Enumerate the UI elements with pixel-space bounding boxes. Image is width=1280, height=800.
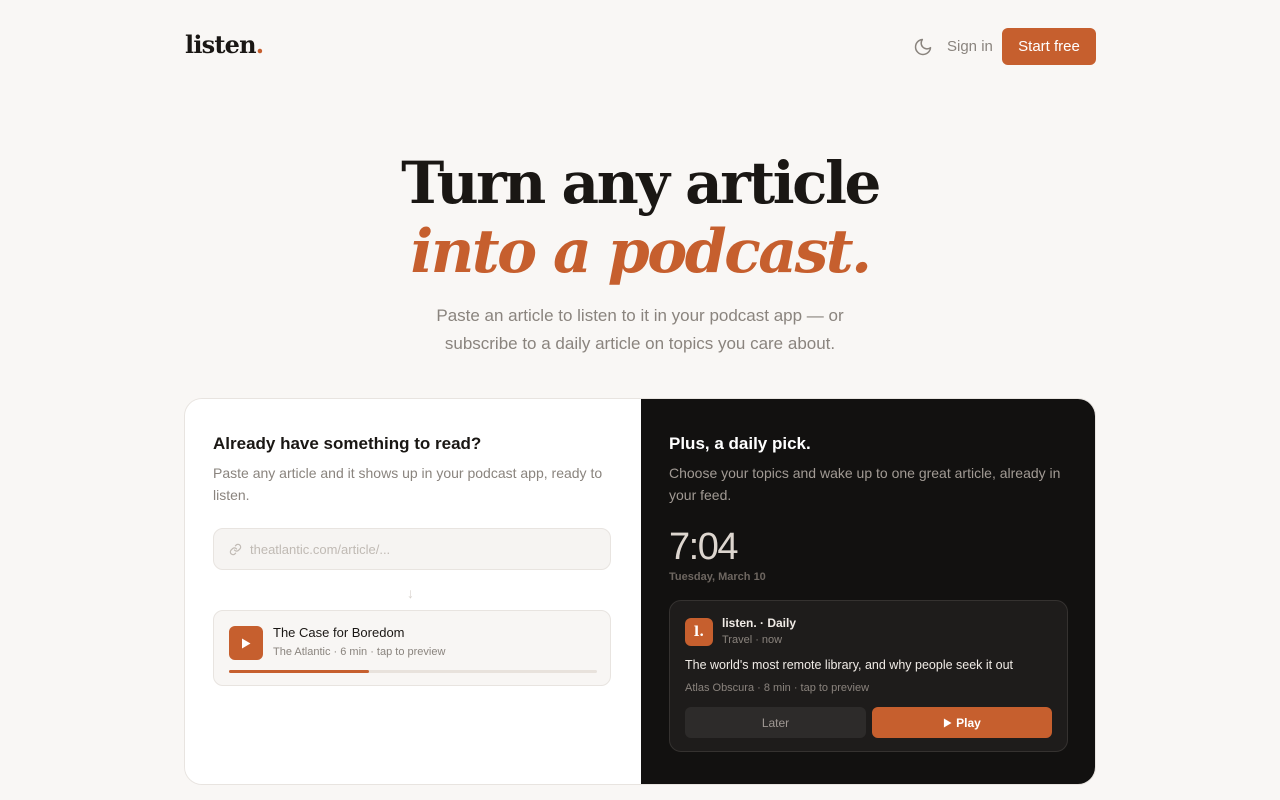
play-now-button[interactable]: Play	[872, 707, 1052, 738]
daily-panel-heading: Plus, a daily pick.	[669, 434, 811, 453]
notification-topic: Travel · now	[722, 634, 783, 646]
link-icon	[229, 543, 242, 555]
paste-panel-description: Paste any article and it shows up in you…	[213, 465, 603, 503]
episode-meta: The Atlantic · 6 min · tap to preview	[273, 646, 446, 658]
hero-subtitle: Paste an article to listen to it in your…	[390, 302, 890, 358]
paste-article-panel: Already have something to read? Paste an…	[185, 399, 641, 784]
notification-app-name: listen. · Daily	[722, 616, 797, 630]
daily-notification[interactable]: l. listen. · Daily Travel · now The worl…	[669, 600, 1068, 752]
daily-pick-panel: Plus, a daily pick. Choose your topics a…	[641, 399, 1095, 784]
feature-card: Already have something to read? Paste an…	[184, 398, 1096, 785]
start-free-button[interactable]: Start free	[1002, 28, 1096, 65]
paste-panel-heading: Already have something to read?	[213, 434, 482, 453]
hero-title-line2: into a podcast.	[410, 217, 872, 287]
lockscreen-date: Tuesday, March 10	[669, 571, 766, 583]
hero-subtitle-line1: Paste an article to listen to it in your…	[436, 306, 844, 325]
play-label: Play	[956, 715, 981, 730]
brand-logo[interactable]: listen.	[185, 30, 264, 59]
daily-panel-description: Choose your topics and wake up to one gr…	[669, 465, 1061, 503]
notification-title: The world's most remote library, and why…	[685, 658, 1013, 672]
listen-app-icon: l.	[685, 618, 713, 646]
later-button[interactable]: Later	[685, 707, 866, 738]
article-url-input[interactable]: theatlantic.com/article/...	[213, 528, 611, 570]
play-icon	[944, 718, 952, 727]
brand-text: listen	[185, 30, 257, 59]
play-button[interactable]	[229, 626, 263, 660]
brand-dot: .	[255, 30, 264, 59]
arrow-down-icon: ↓	[407, 585, 414, 601]
notification-meta: Atlas Obscura · 8 min · tap to preview	[685, 682, 870, 694]
hero-subtitle-line2: subscribe to a daily article on topics y…	[444, 334, 836, 353]
play-icon	[242, 638, 251, 648]
sign-in-link[interactable]: Sign in	[947, 38, 993, 55]
episode-progress-bar[interactable]	[229, 670, 597, 673]
moon-icon[interactable]	[913, 37, 933, 57]
episode-progress-fill	[229, 670, 369, 673]
url-placeholder: theatlantic.com/article/...	[250, 541, 391, 557]
lockscreen-time: 7:04	[669, 526, 738, 568]
hero-title-line1: Turn any article	[401, 149, 881, 217]
episode-item[interactable]: The Case for Boredom The Atlantic · 6 mi…	[213, 610, 611, 686]
episode-title: The Case for Boredom	[273, 625, 405, 640]
